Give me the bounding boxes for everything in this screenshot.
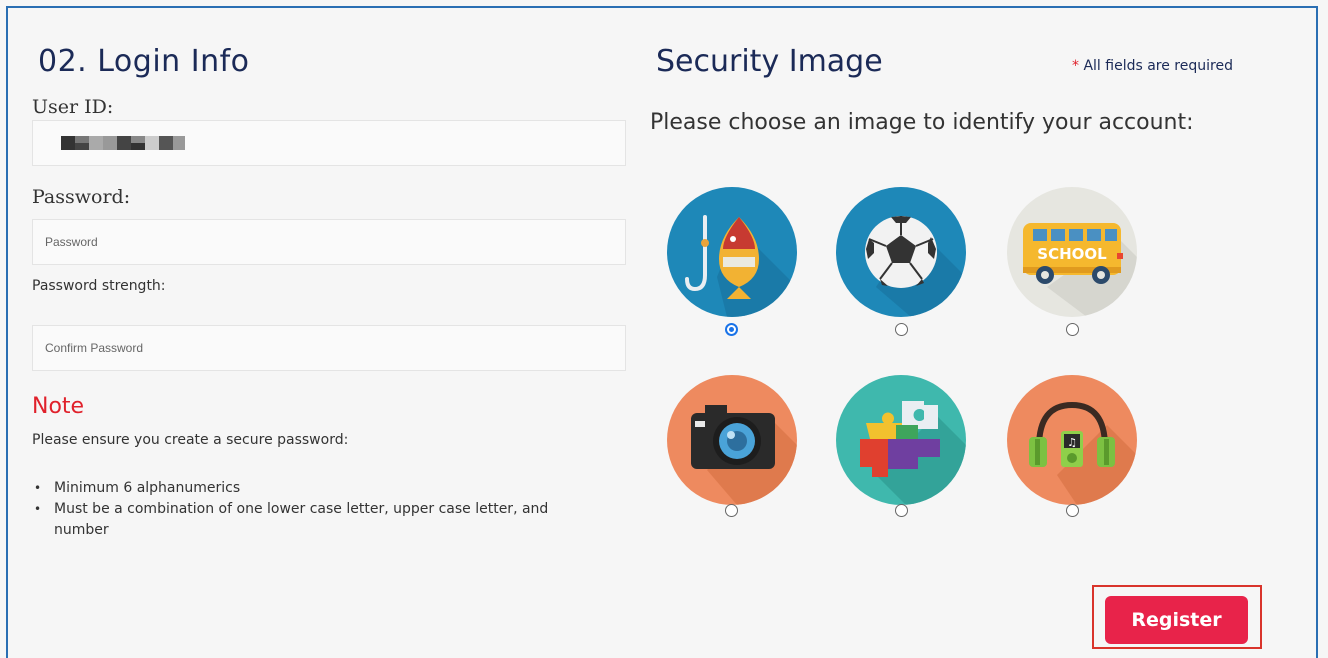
required-text: All fields are required	[1079, 58, 1233, 74]
security-image-camera[interactable]	[667, 375, 797, 505]
security-image-music[interactable]: ♫	[1007, 375, 1137, 505]
password-label: Password:	[32, 186, 131, 208]
headphones-music-icon: ♫	[1029, 401, 1137, 505]
security-image-bus[interactable]: SCHOOL	[1007, 187, 1137, 317]
security-image-radio-soccer[interactable]	[895, 323, 908, 336]
svg-text:♫: ♫	[1067, 436, 1077, 449]
security-image-heading: Security Image	[656, 44, 883, 79]
required-star: *	[1072, 58, 1079, 74]
user-id-value-redacted	[45, 132, 205, 154]
security-image-radio-bus[interactable]	[1066, 323, 1079, 336]
security-image-soccer[interactable]	[836, 187, 966, 317]
soccer-ball-icon	[865, 216, 966, 317]
password-rule: Must be a combination of one lower case …	[32, 499, 592, 541]
required-note: * All fields are required	[1072, 58, 1233, 74]
puzzle-icon	[860, 401, 966, 505]
security-image-radio-fish[interactable]	[725, 323, 738, 336]
login-info-heading: 02. Login Info	[38, 44, 250, 79]
password-rules-list: Minimum 6 alphanumerics Must be a combin…	[32, 478, 592, 541]
school-bus-icon: SCHOOL	[1023, 223, 1137, 317]
security-image-radio-music[interactable]	[1066, 504, 1079, 517]
password-input[interactable]	[32, 219, 626, 265]
user-id-field[interactable]	[32, 120, 626, 166]
security-image-puzzle[interactable]	[836, 375, 966, 505]
password-strength-label: Password strength:	[32, 278, 166, 294]
fish-hook-icon	[685, 215, 797, 317]
bus-school-text: SCHOOL	[1037, 245, 1107, 263]
password-rule: Minimum 6 alphanumerics	[32, 478, 592, 499]
security-image-prompt: Please choose an image to identify your …	[650, 110, 1194, 135]
security-image-radio-camera[interactable]	[725, 504, 738, 517]
note-intro: Please ensure you create a secure passwo…	[32, 432, 349, 448]
security-image-radio-puzzle[interactable]	[895, 504, 908, 517]
security-image-fish[interactable]	[667, 187, 797, 317]
confirm-password-input[interactable]	[32, 325, 626, 371]
camera-icon	[691, 405, 797, 505]
user-id-label: User ID:	[32, 96, 114, 118]
register-button[interactable]: Register	[1105, 596, 1248, 644]
note-title: Note	[32, 394, 85, 419]
